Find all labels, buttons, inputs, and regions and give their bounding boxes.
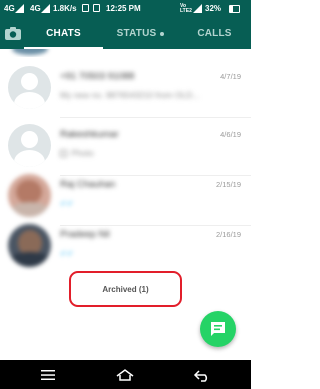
camera-icon[interactable] (4, 26, 22, 40)
status-time: 12:25 PM (106, 4, 141, 13)
double-check-icon: ✔✔ (60, 199, 74, 208)
chat-preview: ✔✔ (60, 198, 73, 208)
chat-preview: Photo (60, 148, 94, 158)
new-status-dot (160, 31, 165, 36)
chat-time: 2/15/19 (215, 180, 241, 189)
network-label-2: 4G (30, 4, 41, 13)
chat-list-item-partial[interactable] (0, 49, 251, 57)
back-icon[interactable] (190, 365, 214, 385)
signal-icon (41, 4, 50, 13)
contact-photo-avatar (8, 174, 51, 217)
tab-chats[interactable]: CHATS (24, 18, 103, 49)
default-avatar-icon (8, 66, 51, 109)
notification-icon (82, 4, 89, 12)
new-chat-button[interactable] (200, 311, 236, 347)
chat-time: 4/6/19 (220, 130, 241, 139)
network-speed: 1.8K/s (53, 4, 77, 13)
system-nav-bar (0, 360, 251, 389)
chat-list-item[interactable]: Pradeep Nil ✔✔ 2/16/19 (0, 218, 251, 276)
app-bar: CHATS STATUS CALLS (0, 18, 251, 49)
default-avatar-icon (8, 124, 51, 167)
tab-calls[interactable]: CALLS (178, 18, 251, 49)
chat-preview: ✔✔ (60, 248, 73, 258)
chat-name: Pradeep Nil (60, 229, 110, 240)
double-check-icon: ✔✔ (60, 249, 74, 258)
chat-name: +91 70503 91088 (60, 71, 135, 82)
contact-photo-avatar (8, 224, 51, 267)
new-chat-icon (211, 322, 225, 336)
chat-time: 2/16/19 (215, 230, 241, 239)
gallery-icon (93, 4, 100, 12)
tab-label: CALLS (197, 28, 232, 39)
home-icon[interactable] (113, 365, 137, 385)
chat-list-item[interactable]: +91 70503 91088 My new no. 9876543210 fr… (0, 60, 251, 118)
chat-preview: My new no. 9876543210 from OLD... (60, 90, 200, 100)
battery-level (230, 6, 233, 12)
status-bar: 4G 4G 1.8K/s 12:25 PM Vo LTE2 32% (0, 0, 251, 18)
photo-icon (60, 150, 67, 158)
network-label-1: 4G (4, 4, 15, 13)
chat-preview-text: Photo (71, 148, 94, 158)
signal-icon (15, 4, 24, 13)
tab-label: STATUS (116, 28, 157, 39)
menu-icon[interactable] (36, 365, 60, 385)
chat-name: Raj Chauhan (60, 179, 116, 190)
battery-percent: 32% (205, 4, 222, 13)
tab-label: CHATS (46, 28, 81, 39)
tab-status[interactable]: STATUS (103, 18, 178, 49)
chat-time: 4/7/19 (220, 72, 241, 81)
chat-name: Rakeshkumar (60, 129, 119, 140)
highlight-annotation (69, 271, 182, 307)
volte-label: Vo LTE2 (180, 3, 192, 14)
signal-icon (193, 4, 202, 13)
